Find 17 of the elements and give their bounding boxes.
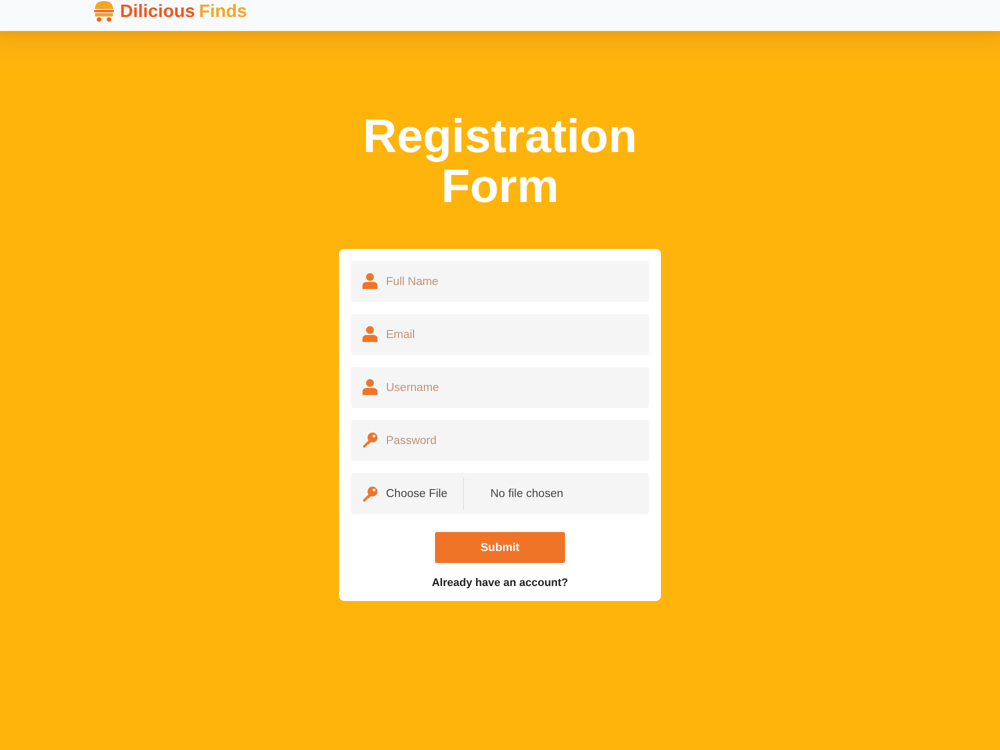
input-field[interactable]: Email bbox=[351, 314, 649, 355]
input-field[interactable]: Username bbox=[351, 367, 649, 408]
file-field[interactable]: Choose File No file chosen bbox=[351, 473, 649, 514]
file-status-text: No file chosen bbox=[490, 488, 564, 500]
key-icon bbox=[362, 486, 378, 502]
user-icon bbox=[362, 273, 378, 289]
choose-file-button[interactable]: Choose File bbox=[386, 488, 448, 500]
logo-text: Dilicious bbox=[120, 0, 196, 22]
key-icon bbox=[362, 432, 378, 448]
login-link[interactable]: Already have an account? bbox=[432, 577, 568, 589]
logo-text: Finds bbox=[199, 0, 248, 22]
user-icon bbox=[362, 326, 378, 342]
food-cart-icon bbox=[93, 0, 115, 22]
input-field[interactable]: Password bbox=[351, 420, 649, 461]
user-icon bbox=[362, 379, 378, 395]
input-field[interactable]: Full Name bbox=[351, 261, 649, 302]
form-title: Registration Form bbox=[362, 111, 638, 211]
